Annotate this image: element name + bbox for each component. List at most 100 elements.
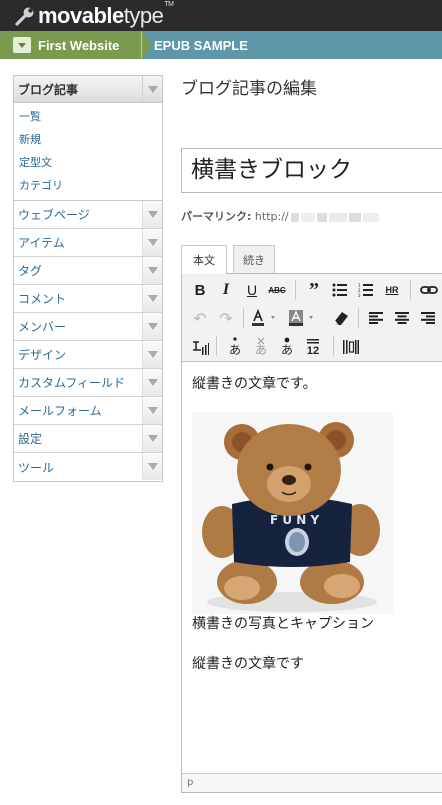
sidebar-item-members[interactable]: メンバー — [14, 313, 162, 341]
highlight-color-icon — [289, 310, 313, 326]
wrench-icon — [15, 7, 34, 26]
item-toggle[interactable] — [142, 229, 162, 256]
site-dropdown-toggle[interactable] — [13, 37, 31, 53]
bullet-list-button[interactable] — [329, 279, 351, 301]
sidebar-item-custom-fields[interactable]: カスタムフィールド — [14, 369, 162, 397]
numbered-list-button[interactable]: 123 — [355, 279, 377, 301]
breadcrumb-website[interactable]: First Website — [0, 31, 142, 59]
permalink-url[interactable]: http:// — [255, 210, 289, 223]
sidebar-item-tools[interactable]: ツール — [14, 453, 162, 481]
sidebar-item-mail-form[interactable]: メールフォーム — [14, 397, 162, 425]
chevron-down-icon — [147, 295, 158, 302]
undo-icon: ↶ — [193, 308, 207, 328]
redacted-url-segment — [362, 212, 379, 222]
item-toggle[interactable] — [142, 313, 162, 340]
tate-chu-yoko-button[interactable] — [189, 336, 211, 358]
svg-text:あ: あ — [255, 343, 267, 357]
toolbar-separator — [216, 336, 217, 356]
entry-title-input[interactable]: 横書きブロック — [181, 148, 442, 193]
submenu-item-boilerplate[interactable]: 定型文 — [14, 151, 162, 174]
align-center-button[interactable] — [391, 307, 413, 329]
tab-body[interactable]: 本文 — [181, 245, 227, 274]
item-toggle[interactable] — [142, 257, 162, 284]
page-break-button[interactable] — [340, 336, 362, 358]
numbered-list-icon: 123 — [358, 283, 373, 297]
strikethrough-button[interactable]: ABC — [266, 279, 288, 301]
horizontal-rule-button[interactable]: HR — [381, 279, 403, 301]
item-toggle[interactable] — [142, 369, 162, 396]
align-center-icon — [395, 312, 409, 324]
editor-content-area[interactable]: 縦書きの文章です。 F U N Y 横書きの写真とキャプション 縦書きの文章です — [182, 363, 442, 773]
chevron-down-icon — [147, 379, 158, 386]
sidebar-item-assets[interactable]: アイテム — [14, 229, 162, 257]
sidebar-item-label: メールフォーム — [18, 404, 102, 418]
sidebar-submenu: 一覧 新規 定型文 カテゴリ — [14, 103, 162, 201]
sidebar-item-comments[interactable]: コメント — [14, 285, 162, 313]
sidebar-menu: ブログ記事 一覧 新規 定型文 カテゴリ ウェブページ アイテム タグ コメント… — [13, 75, 163, 482]
chevron-down-icon — [147, 323, 158, 330]
redacted-url-segment — [328, 212, 347, 222]
eraser-icon — [334, 312, 348, 326]
chevron-down-icon — [147, 407, 158, 414]
redo-icon: ↷ — [219, 308, 233, 328]
bold-dot-icon: あ — [281, 337, 293, 357]
item-toggle[interactable] — [142, 453, 162, 480]
item-toggle[interactable] — [142, 201, 162, 228]
redacted-url-segment — [348, 212, 361, 222]
svg-text:あ: あ — [281, 343, 293, 357]
sidebar-item-label: ウェブページ — [18, 208, 90, 222]
breadcrumb-arrow — [142, 31, 152, 59]
tab-extended[interactable]: 続き — [233, 245, 275, 273]
sidebar-section-blog-entries[interactable]: ブログ記事 — [14, 76, 162, 103]
movabletype-logo[interactable]: movabletypeTM — [14, 1, 174, 29]
chevron-down-icon — [147, 267, 158, 274]
sidebar-item-label: デザイン — [18, 348, 67, 362]
align-left-button[interactable] — [365, 307, 387, 329]
text-color-button[interactable] — [250, 307, 280, 329]
insert-link-button[interactable] — [418, 279, 440, 301]
background-color-button[interactable] — [288, 307, 318, 329]
permalink-label: パーマリンク: — [181, 210, 252, 223]
item-toggle[interactable] — [142, 285, 162, 312]
remove-emphasis-icon: あ — [255, 337, 267, 357]
bold-button[interactable]: B — [189, 279, 211, 301]
toolbar-separator — [295, 280, 296, 300]
italic-button[interactable]: I — [215, 279, 237, 301]
undo-button[interactable]: ↶ — [189, 307, 211, 329]
breadcrumb-blog[interactable]: EPUB SAMPLE — [154, 31, 248, 59]
blockquote-button[interactable]: ” — [303, 279, 325, 301]
sidebar-section-label: ブログ記事 — [18, 82, 79, 97]
item-toggle[interactable] — [142, 425, 162, 452]
redo-button[interactable]: ↷ — [215, 307, 237, 329]
align-right-button[interactable] — [417, 307, 439, 329]
underline-button[interactable]: U — [241, 279, 263, 301]
item-toggle[interactable] — [142, 341, 162, 368]
submenu-item-category[interactable]: カテゴリ — [14, 174, 162, 197]
chevron-down-icon — [147, 239, 158, 246]
submenu-item-new[interactable]: 新規 — [14, 128, 162, 151]
image-caption: 横書きの写真とキャプション — [192, 616, 374, 632]
item-toggle[interactable] — [142, 397, 162, 424]
chevron-down-icon — [18, 42, 26, 48]
vertical-text-icon — [193, 341, 209, 355]
svg-text:3: 3 — [358, 293, 361, 297]
teddy-bear-photo[interactable]: F U N Y — [192, 412, 393, 614]
sidebar-item-design[interactable]: デザイン — [14, 341, 162, 369]
bold-dot-button[interactable]: あ — [276, 336, 298, 358]
submenu-item-list[interactable]: 一覧 — [14, 105, 162, 128]
ruby-button[interactable]: 12 — [302, 336, 324, 358]
section-toggle[interactable] — [142, 76, 162, 102]
chevron-down-icon — [147, 435, 158, 442]
permalink-row: パーマリンク: http:// — [181, 208, 379, 224]
sidebar-item-label: アイテム — [18, 236, 65, 250]
remove-format-button[interactable] — [330, 307, 352, 329]
sidebar-item-tags[interactable]: タグ — [14, 257, 162, 285]
remove-emphasis-button[interactable]: あ — [250, 336, 272, 358]
sidebar-item-label: 設定 — [18, 432, 43, 446]
sidebar-item-webpages[interactable]: ウェブページ — [14, 201, 162, 229]
editor-status-path: p — [182, 773, 442, 792]
logo-text-bold: movable — [38, 3, 124, 28]
emphasis-dot-button[interactable]: あ — [224, 336, 246, 358]
sidebar-item-settings[interactable]: 設定 — [14, 425, 162, 453]
